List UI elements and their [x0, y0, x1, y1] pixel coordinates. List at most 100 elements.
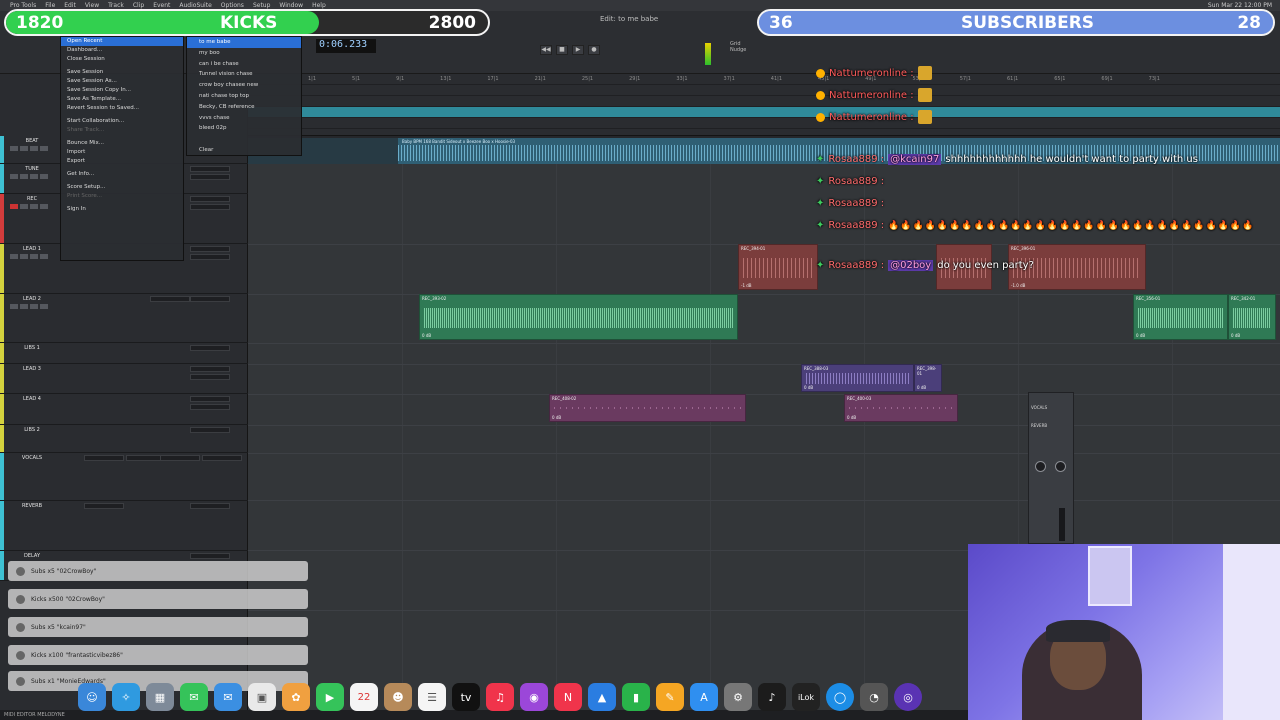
pro-tools-icon[interactable]: ◯ [826, 683, 854, 711]
io-slot[interactable] [190, 174, 230, 180]
recent-session-item[interactable]: to me babe [187, 37, 301, 48]
track-header-reverb[interactable]: REVERB [0, 501, 248, 551]
menu-item-dashboard[interactable]: Dashboard... [61, 46, 183, 55]
music-icon[interactable]: ♫ [486, 683, 514, 711]
menu-clip[interactable]: Clip [133, 2, 144, 9]
pages-icon[interactable]: ✎ [656, 683, 684, 711]
track-name[interactable]: VOCALS [12, 455, 52, 461]
audio-clip[interactable]: REC_388-03 0 dB [801, 364, 914, 392]
insert-slot[interactable] [190, 396, 230, 402]
track-header-lead4[interactable]: LEAD 4 [0, 394, 248, 425]
finder-icon[interactable]: ☺ [78, 683, 106, 711]
audio-clip[interactable]: REC_393-02 0 dB [419, 294, 738, 340]
insert-slot[interactable] [190, 166, 230, 172]
main-counter[interactable]: 0:06.233 [316, 39, 376, 53]
io-slot[interactable] [190, 204, 230, 210]
contacts-icon[interactable]: ☻ [384, 683, 412, 711]
track-buttons[interactable] [10, 174, 48, 179]
io-slot[interactable] [190, 254, 230, 260]
obs-icon[interactable]: ◎ [894, 683, 922, 711]
safari-icon[interactable]: ✧ [112, 683, 140, 711]
menu-track[interactable]: Track [108, 2, 124, 9]
track-name[interactable]: REC [12, 196, 52, 202]
send-slot[interactable] [150, 296, 190, 302]
menu-setup[interactable]: Setup [253, 2, 270, 9]
photos-icon[interactable]: ✿ [282, 683, 310, 711]
track-header-vocals[interactable]: VOCALS [0, 453, 248, 501]
reminders-icon[interactable]: ☰ [418, 683, 446, 711]
recent-session-item[interactable]: can i be chase [187, 59, 301, 70]
messages-icon[interactable]: ✉ [180, 683, 208, 711]
recent-session-item[interactable]: crow boy chasee new [187, 80, 301, 91]
keynote-icon[interactable]: ▲ [588, 683, 616, 711]
insert-slot[interactable] [190, 296, 230, 302]
insert-slot[interactable] [84, 455, 124, 461]
logic-icon[interactable]: ♪ [758, 683, 786, 711]
menu-item-bounce-mix[interactable]: Bounce Mix... [61, 139, 183, 148]
facetime-icon[interactable]: ▶ [316, 683, 344, 711]
menu-edit[interactable]: Edit [64, 2, 76, 9]
launchpad-icon[interactable]: ▦ [146, 683, 174, 711]
menu-audiosuite[interactable]: AudioSuite [179, 2, 211, 9]
menu-item-start-collaboration[interactable]: Start Collaboration... [61, 117, 183, 126]
audio-clip[interactable]: REC_356-01 0 dB [1133, 294, 1228, 340]
track-header-libs2[interactable]: LIBS 2 [0, 425, 248, 453]
io-slot[interactable] [190, 553, 230, 559]
recent-clear-item[interactable]: Clear [187, 145, 301, 156]
menu-item-score-setup[interactable]: Score Setup... [61, 183, 183, 192]
track-header-lead3[interactable]: LEAD 3 [0, 364, 248, 394]
menu-options[interactable]: Options [221, 2, 244, 9]
numbers-icon[interactable]: ▮ [622, 683, 650, 711]
menu-help[interactable]: Help [312, 2, 326, 9]
track-header-lead2[interactable]: LEAD 2 [0, 294, 248, 343]
insert-slot[interactable] [190, 246, 230, 252]
audio-clip[interactable]: REC_342-01 0 dB [1228, 294, 1276, 340]
track-buttons[interactable] [10, 146, 48, 151]
recent-session-item[interactable]: bleed 02p [187, 123, 301, 134]
track-name[interactable]: REVERB [12, 503, 52, 509]
menu-view[interactable]: View [85, 2, 99, 9]
audio-clip[interactable]: REC_408-02 0 dB [549, 394, 746, 422]
track-buttons[interactable] [10, 304, 48, 309]
mail-icon[interactable]: ✉ [214, 683, 242, 711]
pan-knob[interactable] [1055, 461, 1066, 472]
track-name[interactable]: LIBS 1 [12, 345, 52, 351]
menu-item-get-info[interactable]: Get Info... [61, 170, 183, 179]
track-name[interactable]: LEAD 4 [12, 396, 52, 402]
system-settings-icon[interactable]: ⚙ [724, 683, 752, 711]
pan-knob[interactable] [1035, 461, 1046, 472]
io-slot[interactable] [190, 503, 230, 509]
track-name[interactable]: LEAD 2 [12, 296, 52, 302]
apple-tv-icon[interactable]: tv [452, 683, 480, 711]
io-slot[interactable] [202, 455, 242, 461]
insert-slot[interactable] [190, 196, 230, 202]
plugin-window[interactable]: VOCALS REVERB [1028, 392, 1074, 544]
menu-protools[interactable]: Pro Tools [10, 2, 36, 9]
recent-session-item[interactable]: nati chase top top [187, 91, 301, 102]
audio-clip[interactable]: REC_398-01 0 dB [914, 364, 942, 392]
recent-session-item[interactable]: Tunnel vision chase [187, 69, 301, 80]
insert-slot[interactable] [84, 503, 124, 509]
recent-session-item[interactable]: my boo [187, 48, 301, 59]
recent-session-item[interactable]: vvvs chase [187, 113, 301, 124]
track-name[interactable]: LIBS 2 [12, 427, 52, 433]
send-slot[interactable] [160, 455, 200, 461]
menu-item-save-session[interactable]: Save Session [61, 68, 183, 77]
preview-icon[interactable]: ▣ [248, 683, 276, 711]
track-buttons[interactable] [10, 204, 48, 209]
rewind-button[interactable]: ◀◀ [540, 45, 552, 55]
insert-slot[interactable] [190, 345, 230, 351]
track-header-libs1[interactable]: LIBS 1 [0, 343, 248, 364]
menu-event[interactable]: Event [153, 2, 170, 9]
track-name[interactable]: DELAY [12, 553, 52, 559]
menu-item-open-recent[interactable]: Open Recent [61, 37, 183, 46]
ilok-icon[interactable]: iLok [792, 683, 820, 711]
grid-nudge-controls[interactable]: Grid Nudge [730, 41, 746, 53]
track-name[interactable]: BEAT [12, 138, 52, 144]
app-store-icon[interactable]: A [690, 683, 718, 711]
insert-slot[interactable] [190, 427, 230, 433]
audio-clip[interactable]: REC_400-03 0 dB [844, 394, 958, 422]
track-buttons[interactable] [10, 254, 48, 259]
track-name[interactable]: TUNE [12, 166, 52, 172]
track-name[interactable]: LEAD 3 [12, 366, 52, 372]
